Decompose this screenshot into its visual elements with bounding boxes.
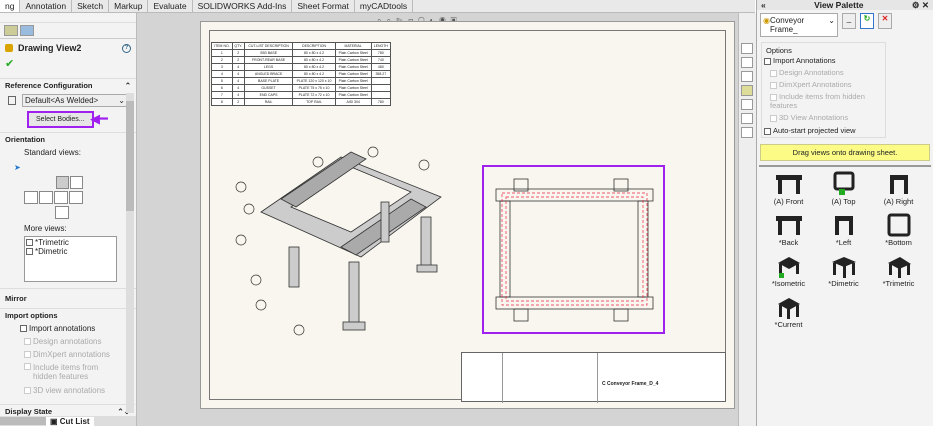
select-bodies-button[interactable]: Select Bodies... [27,111,94,128]
pin-icon[interactable]: ⚙ ✕ [912,0,929,10]
auto-start-projected-view-checkbox[interactable]: Auto-start projected view [773,126,856,135]
view-left-button[interactable] [39,191,53,204]
bom-row: 8 2 RAIL TOP RAIL AISI 304 780 [211,98,392,106]
palette-view-top[interactable]: (A) Top [816,171,871,206]
palette-view-back[interactable]: *Back [761,212,816,247]
resources-tab-icon[interactable] [741,43,753,54]
help-icon[interactable]: ? [122,43,131,53]
panel-title: Drawing View2 [18,43,82,53]
bill-of-materials[interactable]: ITEM NO. QTY. CUT-LIST DESCRIPTION DESCRIPT… [211,42,392,106]
palette-view-dimetric[interactable]: *Dimetric [816,253,871,288]
view-top-button[interactable] [69,191,83,204]
cut-list-tab[interactable]: ▣ Cut List [46,416,94,426]
import-annotations-checkbox[interactable]: Import annotations [29,324,95,333]
more-views-label: More views: [24,224,67,233]
view-back-button[interactable] [24,191,38,204]
refresh-button[interactable]: ↻ [860,13,874,29]
view-front-button[interactable] [56,176,69,189]
tab-mycadtools[interactable]: myCADtools [355,0,414,12]
bom-row: 5 4 BASE PLATE PLATE 120 x 120 x 10 Plain Ca… [211,77,392,85]
property-manager-tab-icon[interactable] [4,25,18,36]
dimxpert-annotations-checkbox[interactable]: DimXpert Annotations [779,80,852,89]
3d-view-annotations-checkbox[interactable]: 3D View Annotations [779,113,848,122]
view-bottom-button[interactable] [55,206,69,219]
design-annotations-checkbox[interactable]: Design annotations [33,337,102,346]
reference-configuration-header[interactable]: Reference Configuration [5,81,93,90]
property-manager: Drawing View2 ? ✔ Reference Configuratio… [0,13,137,426]
arrow-pointer-icon: ◀━ [90,111,108,126]
file-explorer-tab-icon[interactable] [741,71,753,82]
appearances-tab-icon[interactable] [741,99,753,110]
palette-view-trimetric[interactable]: *Trimetric [871,253,926,288]
panel-scrollbar[interactable] [126,93,134,413]
mirror-header[interactable]: Mirror [5,294,27,303]
view-iso-button[interactable] [70,176,83,189]
tab-sheet-format[interactable]: Sheet Format [292,0,355,12]
hidden-features-checkbox[interactable]: Include items from hidden features [33,363,112,381]
drawing-name: Conveyor Frame_D_4 [607,381,659,387]
bom-row: 2 2 FRONT-REAR BASE 80 x 80 x 4.2 Plain Carb… [211,56,392,64]
import-options-header[interactable]: Import options [5,311,58,320]
tab-drawing[interactable]: ng [0,0,21,12]
task-pane-tabs [738,13,756,426]
tasks-tab-icon[interactable] [741,127,753,138]
document-select[interactable]: ◉ Conveyor Frame_ ⌄ [760,13,838,37]
standard-views-label: Standard views: [24,148,81,157]
orientation-header[interactable]: Orientation [5,135,45,144]
options-label: Options [766,46,792,55]
bom-row: 7 4 END CAPS PLATE 72 x 72 x 10 Plain Carbon… [211,91,392,99]
palette-view-left[interactable]: *Left [816,212,871,247]
configuration-icon [8,96,16,105]
view-right-button[interactable] [54,191,68,204]
more-view-dimetric[interactable]: *Dimetric [35,247,67,256]
palette-view-bottom[interactable]: *Bottom [871,212,926,247]
view-thumbnails: (A) Front (A) Top (A) Right *Back *Left … [757,167,933,333]
drag-hint-banner: Drag views onto drawing sheet. [760,144,930,161]
design-library-tab-icon[interactable] [741,57,753,68]
minimize-button[interactable]: _ [842,13,856,29]
custom-properties-tab-icon[interactable] [741,113,753,124]
collapse-icon[interactable]: « [761,0,766,10]
3d-view-annotations-checkbox[interactable]: 3D view annotations [33,386,105,395]
more-views-list[interactable]: *Trimetric *Dimetric [24,236,117,282]
bom-row: 4 4 ANGLED BRACE 80 x 80 x 4.2 Plain Carbon … [211,70,392,78]
config-manager-tab-icon[interactable] [20,25,34,36]
bom-row: 1 2 SB3 BASE 80 x 80 x 4.2 Plain Carbon Stee… [211,49,392,57]
dimxpert-annotations-checkbox[interactable]: DimXpert annotations [33,350,110,359]
sheet-size: C [602,381,606,387]
top-view-drawing [495,178,654,322]
view-palette: « View Palette ⚙ ✕ ◉ Conveyor Frame_ ⌄ _ ↻… [756,0,933,426]
cursor-icon: ➤ [14,163,21,172]
isometric-view[interactable] [231,137,471,337]
hidden-features-checkbox[interactable]: Include items from hidden features [770,92,865,110]
command-tabs: ng Annotation Sketch Markup Evaluate SOL… [0,0,755,13]
tab-annotation[interactable]: Annotation [20,0,73,12]
palette-view-right[interactable]: (A) Right [871,171,926,206]
tab-addins[interactable]: SOLIDWORKS Add-Ins [193,0,293,12]
palette-title: View Palette [814,0,864,10]
palette-view-isometric[interactable]: *Isometric [761,253,816,288]
bom-row: 3 4 LEGS 80 x 80 x 4.2 Plain Carbon Steel 480 [211,63,392,71]
palette-view-current[interactable]: *Current [761,294,816,329]
drawing-view-icon [5,44,13,52]
tab-evaluate[interactable]: Evaluate [148,0,193,12]
clear-button[interactable]: ✕ [878,13,892,29]
tab-markup[interactable]: Markup [109,0,149,12]
ok-check-icon[interactable]: ✔ [0,57,136,74]
top-view-selected[interactable] [482,165,665,334]
title-block: C Conveyor Frame_D_4 [461,352,726,403]
palette-view-front[interactable]: (A) Front [761,171,816,206]
view-palette-tab-icon[interactable] [741,85,753,96]
configuration-select[interactable]: Default<As Welded> ⌄ [22,94,128,107]
bom-row: 6 4 GUSSET PLATE 75 x 75 x 10 Plain Carbon S… [211,84,392,92]
import-annotations-checkbox[interactable]: Import Annotations [773,56,836,65]
display-state-header[interactable]: Display State [5,407,52,416]
tab-sketch[interactable]: Sketch [72,0,110,12]
more-view-trimetric[interactable]: *Trimetric [35,238,69,247]
design-annotations-checkbox[interactable]: Design Annotations [779,68,844,77]
drawing-sheet[interactable]: ITEM NO. QTY. CUT-LIST DESCRIPTION DESCRIPT… [200,21,735,409]
drawing-canvas[interactable]: ⌕⌕✎⊡▢◐◉▣ ITEM NO.QTY.CUT-LIST DESCRIPTIO… [137,13,738,426]
